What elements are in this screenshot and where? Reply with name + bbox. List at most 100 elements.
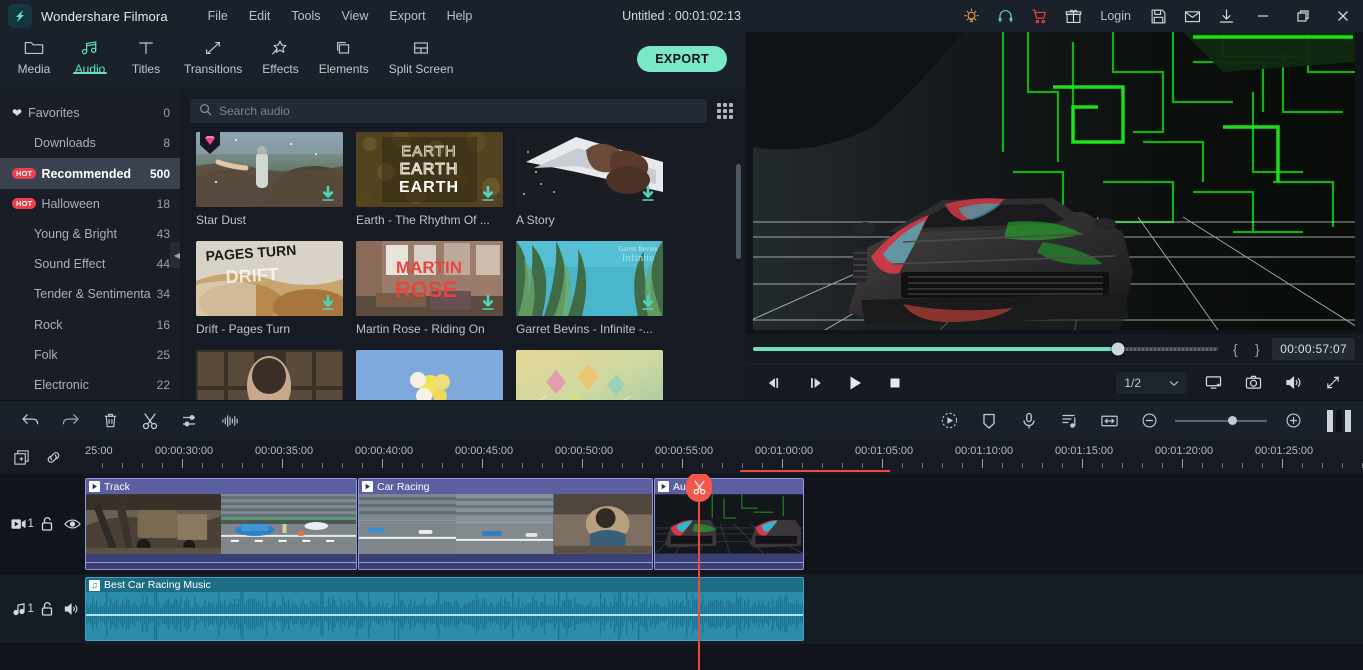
zoom-slider-handle[interactable] — [1228, 416, 1238, 425]
adjust-sliders-icon[interactable] — [170, 406, 210, 436]
timeline-clip[interactable]: Track — [85, 478, 357, 570]
timeline-clip[interactable]: Au... — [654, 478, 804, 570]
fullscreen-icon[interactable] — [1313, 367, 1353, 399]
login-button[interactable]: Login — [1090, 0, 1141, 32]
tab-elements[interactable]: Elements — [309, 32, 379, 76]
link-chain-icon[interactable] — [40, 444, 66, 470]
speaker-icon[interactable] — [59, 602, 85, 616]
download-icon[interactable] — [481, 294, 495, 311]
tab-effects[interactable]: Effects — [252, 32, 308, 76]
tab-titles[interactable]: Titles — [118, 32, 174, 76]
download-icon[interactable] — [321, 294, 335, 311]
minimize-button[interactable] — [1243, 0, 1283, 32]
video-preview[interactable] — [745, 32, 1363, 334]
library-item[interactable] — [196, 350, 343, 400]
undo-icon[interactable] — [10, 406, 50, 436]
timeline-zoom-slider[interactable] — [1175, 411, 1267, 431]
cart-icon[interactable] — [1022, 0, 1056, 32]
render-preview-icon[interactable] — [1327, 409, 1351, 432]
download-icon[interactable] — [481, 185, 495, 202]
snapshot-camera-icon[interactable] — [1233, 367, 1273, 399]
grid-view-icon[interactable] — [715, 101, 735, 121]
fit-timeline-icon[interactable] — [1089, 406, 1129, 436]
search-box[interactable] — [190, 99, 707, 123]
display-settings-icon[interactable] — [1193, 367, 1233, 399]
menu-export[interactable]: Export — [379, 4, 435, 28]
library-item[interactable]: MARTIN ROSE Martin Rose - Riding On — [356, 241, 503, 336]
close-button[interactable] — [1323, 0, 1363, 32]
library-item[interactable] — [356, 350, 503, 400]
scrubber-handle[interactable] — [1111, 342, 1125, 356]
sidebar-item-tender-and-sentimental[interactable]: Tender & Sentimenta 34 — [0, 279, 180, 309]
zoom-out-icon[interactable] — [1129, 406, 1169, 436]
tab-audio[interactable]: Audio — [62, 32, 118, 76]
menu-file[interactable]: File — [198, 4, 238, 28]
sidebar-item-young-and-bright[interactable]: Young & Bright 43 — [0, 219, 180, 249]
prev-frame-button[interactable] — [755, 367, 795, 399]
marker-icon[interactable] — [969, 406, 1009, 436]
sidebar-item-electronic[interactable]: Electronic 22 — [0, 370, 180, 400]
unlock-icon[interactable] — [34, 601, 60, 617]
eye-icon[interactable] — [59, 518, 85, 530]
menu-view[interactable]: View — [332, 4, 379, 28]
library-item[interactable]: EARTH EARTH EARTH Earth - The Rhythm Of … — [356, 132, 503, 227]
library-item[interactable] — [516, 350, 663, 400]
timeline-audio-clip[interactable]: ♫ Best Car Racing Music — [85, 577, 804, 641]
menu-tools[interactable]: Tools — [281, 4, 330, 28]
unlock-icon[interactable] — [34, 516, 60, 532]
split-scissors-icon[interactable] — [130, 406, 170, 436]
playhead-split-scissors-icon[interactable] — [686, 474, 712, 502]
sidebar-item-folk[interactable]: Folk 25 — [0, 340, 180, 370]
lightbulb-icon[interactable] — [954, 0, 988, 32]
delete-icon[interactable] — [90, 406, 130, 436]
sidebar-item-downloads[interactable]: Downloads 8 — [0, 128, 180, 158]
download-icon[interactable] — [321, 185, 335, 202]
menu-help[interactable]: Help — [437, 4, 483, 28]
redo-icon[interactable] — [50, 406, 90, 436]
maximize-button[interactable] — [1283, 0, 1323, 32]
quality-select[interactable]: 1/2 — [1116, 371, 1187, 394]
sidebar-item-rock[interactable]: Rock 16 — [0, 309, 180, 339]
sidebar-item-sound-effect[interactable]: Sound Effect 44 — [0, 249, 180, 279]
tab-transitions[interactable]: Transitions — [174, 32, 252, 76]
audio-waveform-icon[interactable] — [210, 406, 250, 436]
search-input[interactable] — [219, 104, 698, 118]
timeline-ruler[interactable]: :25:00 00:00:30:00 00:00:35:00 00:00:40:… — [85, 440, 1363, 474]
menu-edit[interactable]: Edit — [239, 4, 281, 28]
save-icon[interactable] — [1141, 0, 1175, 32]
sidebar-item-recommended[interactable]: HOT Recommended 500 — [0, 158, 180, 189]
playhead[interactable] — [686, 474, 712, 670]
headset-icon[interactable] — [988, 0, 1022, 32]
audio-detach-icon[interactable] — [1049, 406, 1089, 436]
add-marker-icon[interactable] — [8, 444, 34, 470]
mail-icon[interactable] — [1175, 0, 1209, 32]
sidebar-item-halloween[interactable]: HOT Halloween 18 — [0, 189, 180, 219]
voiceover-mic-icon[interactable] — [1009, 406, 1049, 436]
export-button[interactable]: EXPORT — [637, 46, 727, 72]
volume-icon[interactable] — [1273, 367, 1313, 399]
preview-timecode[interactable]: 00:00:57:07 — [1272, 338, 1355, 360]
download-icon[interactable] — [1209, 0, 1243, 32]
download-icon[interactable] — [641, 185, 655, 202]
preview-scrubber[interactable] — [753, 342, 1219, 356]
color-match-icon[interactable] — [929, 406, 969, 436]
download-icon[interactable] — [641, 294, 655, 311]
next-frame-button[interactable] — [795, 367, 835, 399]
library-item[interactable]: Garret Bevins Infinite Garret Bevins - I… — [516, 241, 663, 336]
timeline-clip[interactable]: Car Racing — [358, 478, 653, 570]
tab-media[interactable]: Media — [6, 32, 62, 76]
play-button[interactable] — [835, 367, 875, 399]
gift-icon[interactable] — [1056, 0, 1090, 32]
library-item[interactable]: A Story — [516, 132, 663, 227]
mark-in-button[interactable]: { — [1224, 341, 1246, 357]
tab-split-screen[interactable]: Split Screen — [379, 32, 464, 76]
mark-out-button[interactable]: } — [1246, 341, 1268, 357]
library-item[interactable]: Star Dust — [196, 132, 343, 227]
stop-button[interactable] — [875, 367, 915, 399]
zoom-in-icon[interactable] — [1273, 406, 1313, 436]
sidebar-item-favorites[interactable]: ❤ Favorites 0 — [0, 98, 180, 128]
audio-lane[interactable]: ♫ Best Car Racing Music — [85, 574, 1363, 644]
library-scrollbar[interactable] — [736, 164, 741, 259]
library-item[interactable]: PAGES TURN DRIFT Drift - Pages Turn — [196, 241, 343, 336]
video-lane[interactable]: Track Car Racing Au... — [85, 474, 1363, 574]
